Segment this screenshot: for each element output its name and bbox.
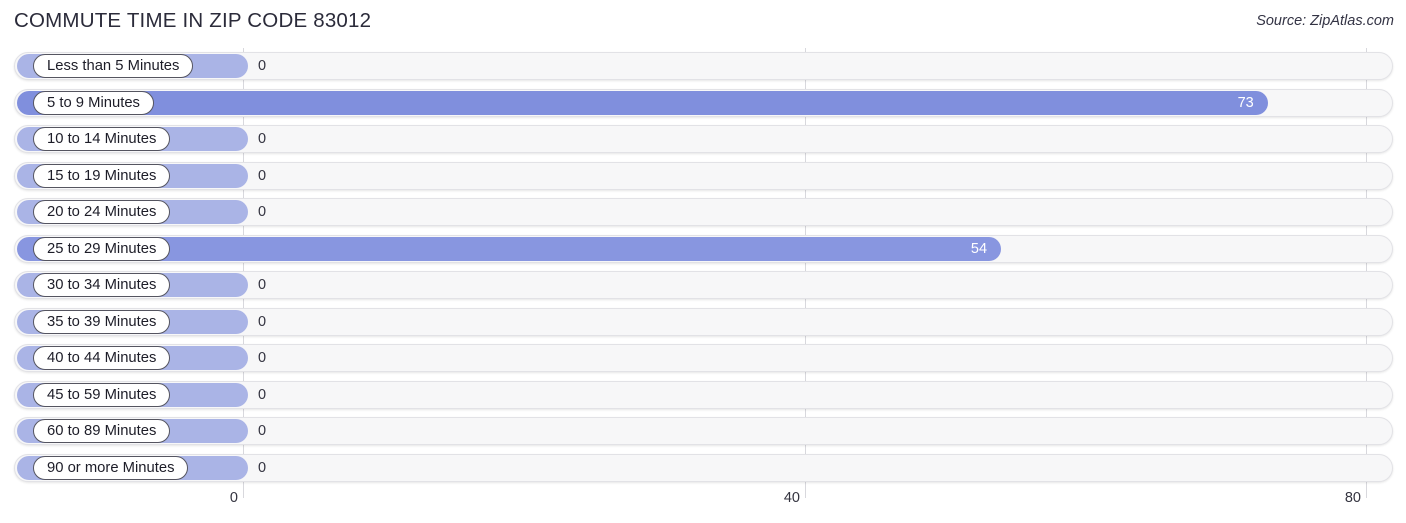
chart-header: COMMUTE TIME IN ZIP CODE 83012 Source: Z…: [0, 0, 1406, 46]
category-label[interactable]: 35 to 39 Minutes: [33, 309, 171, 334]
x-axis-label: 80: [1344, 490, 1361, 506]
bar-row[interactable]: 0 40 to 44 Minutes: [0, 340, 1406, 377]
bar-row[interactable]: 73 5 to 9 Minutes: [0, 85, 1406, 122]
bar-value-label: 0: [258, 313, 267, 330]
bar-row[interactable]: 0 10 to 14 Minutes: [0, 121, 1406, 158]
x-axis: 0 40 80: [0, 486, 1406, 523]
bar-row[interactable]: 0 Less than 5 Minutes: [0, 48, 1406, 85]
bar-row[interactable]: 0 90 or more Minutes: [0, 450, 1406, 487]
bar-value-label: 0: [258, 386, 267, 403]
bar-row[interactable]: 54 25 to 29 Minutes: [0, 231, 1406, 268]
x-axis-tick: [805, 486, 806, 498]
bar-value-label: 0: [258, 204, 267, 220]
bar-value-label: 54: [970, 240, 988, 257]
chart-plot-area: 0 Less than 5 Minutes 73 5 to 9 Minutes 0 10 …: [0, 48, 1406, 486]
x-axis-tick: [243, 486, 244, 498]
x-axis-label: 0: [229, 490, 238, 506]
bar-value-label: 0: [258, 459, 267, 476]
category-label[interactable]: 40 to 44 Minutes: [33, 346, 171, 370]
bar-rows: 0 Less than 5 Minutes 73 5 to 9 Minutes 0 10 …: [0, 48, 1406, 486]
source-attribution: Source: ZipAtlas.com: [1256, 13, 1394, 29]
category-label[interactable]: 30 to 34 Minutes: [33, 273, 171, 297]
category-label[interactable]: 5 to 9 Minutes: [33, 90, 154, 115]
category-label[interactable]: 25 to 29 Minutes: [33, 236, 171, 261]
x-axis-tick: [1366, 486, 1367, 498]
bar-value-label: 0: [258, 131, 267, 147]
bar-value-label: 0: [258, 277, 267, 293]
category-label[interactable]: 45 to 59 Minutes: [33, 382, 171, 407]
bar-value-label: 0: [258, 423, 267, 439]
page-title: COMMUTE TIME IN ZIP CODE 83012: [14, 9, 372, 32]
category-label[interactable]: Less than 5 Minutes: [33, 54, 194, 78]
bar-row[interactable]: 0 20 to 24 Minutes: [0, 194, 1406, 231]
bar-value-label: 73: [1237, 94, 1254, 111]
x-axis-label: 40: [783, 490, 800, 506]
category-label[interactable]: 20 to 24 Minutes: [33, 200, 171, 224]
category-label[interactable]: 60 to 89 Minutes: [33, 419, 171, 443]
bar-fill[interactable]: 73: [17, 90, 1268, 115]
bar-row[interactable]: 0 35 to 39 Minutes: [0, 304, 1406, 341]
category-label[interactable]: 15 to 19 Minutes: [33, 163, 171, 188]
category-label[interactable]: 10 to 14 Minutes: [33, 127, 171, 151]
bar-value-label: 0: [258, 167, 267, 184]
bar-value-label: 0: [258, 350, 267, 366]
bar-row[interactable]: 0 30 to 34 Minutes: [0, 267, 1406, 304]
bar-row[interactable]: 0 15 to 19 Minutes: [0, 158, 1406, 195]
bar-row[interactable]: 0 45 to 59 Minutes: [0, 377, 1406, 414]
bar-value-label: 0: [258, 58, 267, 74]
bar-row[interactable]: 0 60 to 89 Minutes: [0, 413, 1406, 450]
category-label[interactable]: 90 or more Minutes: [33, 455, 189, 480]
